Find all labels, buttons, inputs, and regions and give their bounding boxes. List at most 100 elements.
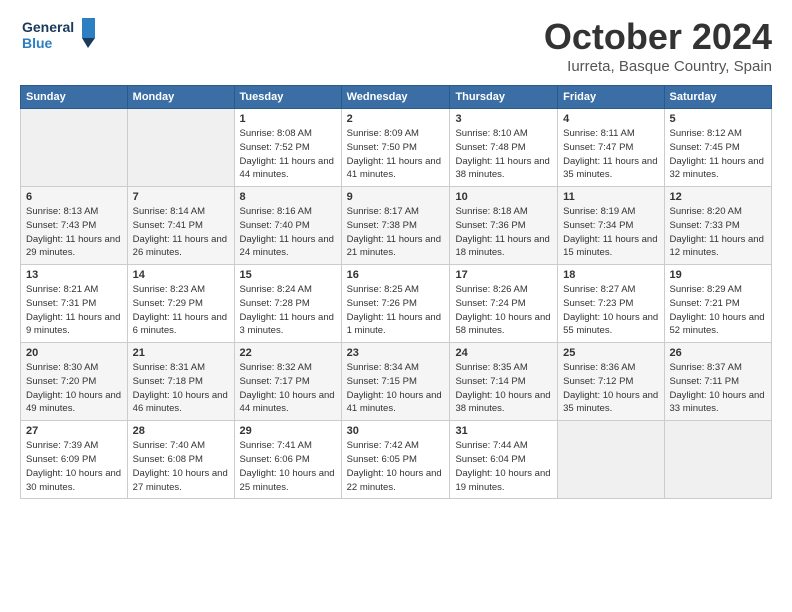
week-row-5: 27Sunrise: 7:39 AMSunset: 6:09 PMDayligh… [21, 421, 772, 499]
day-cell: 10 Sunrise: 8:18 AMSunset: 7:36 PMDayligh… [450, 187, 558, 265]
weekday-saturday: Saturday [664, 86, 771, 109]
day-cell: 13 Sunrise: 8:21 AMSunset: 7:31 PMDayligh… [21, 265, 128, 343]
cell-content: Sunrise: 8:13 AMSunset: 7:43 PMDaylight:… [26, 205, 122, 260]
weekday-thursday: Thursday [450, 86, 558, 109]
cell-content: Sunrise: 8:17 AMSunset: 7:38 PMDaylight:… [347, 205, 445, 260]
day-number: 25 [563, 347, 658, 359]
day-cell [558, 421, 664, 499]
day-number: 16 [347, 269, 445, 281]
week-row-3: 13 Sunrise: 8:21 AMSunset: 7:31 PMDayligh… [21, 265, 772, 343]
day-number: 2 [347, 113, 445, 125]
day-number: 8 [240, 191, 336, 203]
cell-content: Sunrise: 8:32 AMSunset: 7:17 PMDaylight:… [240, 361, 336, 416]
day-number: 21 [133, 347, 229, 359]
day-cell: 4 Sunrise: 8:11 AMSunset: 7:47 PMDaylight… [558, 109, 664, 187]
day-number: 24 [455, 347, 552, 359]
day-cell: 8 Sunrise: 8:16 AMSunset: 7:40 PMDaylight… [234, 187, 341, 265]
cell-content: Sunrise: 7:44 AMSunset: 6:04 PMDaylight:… [455, 439, 552, 494]
day-number: 20 [26, 347, 122, 359]
day-cell: 19 Sunrise: 8:29 AMSunset: 7:21 PMDayligh… [664, 265, 771, 343]
day-cell: 27Sunrise: 7:39 AMSunset: 6:09 PMDayligh… [21, 421, 128, 499]
day-number: 6 [26, 191, 122, 203]
cell-content: Sunrise: 8:09 AMSunset: 7:50 PMDaylight:… [347, 127, 445, 182]
cell-content: Sunrise: 7:39 AMSunset: 6:09 PMDaylight:… [26, 439, 122, 494]
day-cell [664, 421, 771, 499]
cell-content: Sunrise: 8:36 AMSunset: 7:12 PMDaylight:… [563, 361, 658, 416]
day-number: 28 [133, 425, 229, 437]
day-number: 11 [563, 191, 658, 203]
day-cell: 30 Sunrise: 7:42 AMSunset: 6:05 PMDayligh… [341, 421, 450, 499]
weekday-friday: Friday [558, 86, 664, 109]
day-cell: 2 Sunrise: 8:09 AMSunset: 7:50 PMDaylight… [341, 109, 450, 187]
location-title: Iurreta, Basque Country, Spain [544, 58, 772, 75]
cell-content: Sunrise: 7:42 AMSunset: 6:05 PMDaylight:… [347, 439, 445, 494]
cell-content: Sunrise: 8:10 AMSunset: 7:48 PMDaylight:… [455, 127, 552, 182]
header: GeneralBlue October 2024 Iurreta, Basque… [20, 16, 772, 75]
day-cell: 1Sunrise: 8:08 AMSunset: 7:52 PMDaylight… [234, 109, 341, 187]
cell-content: Sunrise: 8:11 AMSunset: 7:47 PMDaylight:… [563, 127, 658, 182]
day-cell: 26Sunrise: 8:37 AMSunset: 7:11 PMDayligh… [664, 343, 771, 421]
cell-content: Sunrise: 8:12 AMSunset: 7:45 PMDaylight:… [670, 127, 766, 182]
cell-content: Sunrise: 8:08 AMSunset: 7:52 PMDaylight:… [240, 127, 336, 182]
day-number: 14 [133, 269, 229, 281]
day-number: 5 [670, 113, 766, 125]
day-number: 4 [563, 113, 658, 125]
day-cell: 9Sunrise: 8:17 AMSunset: 7:38 PMDaylight… [341, 187, 450, 265]
svg-text:Blue: Blue [22, 35, 53, 51]
week-row-4: 20Sunrise: 8:30 AMSunset: 7:20 PMDayligh… [21, 343, 772, 421]
cell-content: Sunrise: 8:19 AMSunset: 7:34 PMDaylight:… [563, 205, 658, 260]
cell-content: Sunrise: 8:34 AMSunset: 7:15 PMDaylight:… [347, 361, 445, 416]
day-cell: 23 Sunrise: 8:34 AMSunset: 7:15 PMDayligh… [341, 343, 450, 421]
day-number: 29 [240, 425, 336, 437]
day-cell: 11 Sunrise: 8:19 AMSunset: 7:34 PMDayligh… [558, 187, 664, 265]
day-number: 31 [455, 425, 552, 437]
cell-content: Sunrise: 8:21 AMSunset: 7:31 PMDaylight:… [26, 283, 122, 338]
day-number: 30 [347, 425, 445, 437]
day-cell: 28 Sunrise: 7:40 AMSunset: 6:08 PMDayligh… [127, 421, 234, 499]
cell-content: Sunrise: 8:18 AMSunset: 7:36 PMDaylight:… [455, 205, 552, 260]
day-number: 15 [240, 269, 336, 281]
day-cell: 3 Sunrise: 8:10 AMSunset: 7:48 PMDaylight… [450, 109, 558, 187]
cell-content: Sunrise: 8:37 AMSunset: 7:11 PMDaylight:… [670, 361, 766, 416]
month-title: October 2024 [544, 16, 772, 58]
cell-content: Sunrise: 8:20 AMSunset: 7:33 PMDaylight:… [670, 205, 766, 260]
day-number: 3 [455, 113, 552, 125]
cell-content: Sunrise: 8:16 AMSunset: 7:40 PMDaylight:… [240, 205, 336, 260]
day-number: 19 [670, 269, 766, 281]
week-row-2: 6 Sunrise: 8:13 AMSunset: 7:43 PMDaylight… [21, 187, 772, 265]
day-number: 10 [455, 191, 552, 203]
day-number: 23 [347, 347, 445, 359]
day-cell: 29 Sunrise: 7:41 AMSunset: 6:06 PMDayligh… [234, 421, 341, 499]
cell-content: Sunrise: 8:25 AMSunset: 7:26 PMDaylight:… [347, 283, 445, 338]
day-cell: 21 Sunrise: 8:31 AMSunset: 7:18 PMDayligh… [127, 343, 234, 421]
day-cell: 31 Sunrise: 7:44 AMSunset: 6:04 PMDayligh… [450, 421, 558, 499]
calendar: SundayMondayTuesdayWednesdayThursdayFrid… [20, 85, 772, 499]
cell-content: Sunrise: 7:41 AMSunset: 6:06 PMDaylight:… [240, 439, 336, 494]
cell-content: Sunrise: 8:14 AMSunset: 7:41 PMDaylight:… [133, 205, 229, 260]
logo-svg: GeneralBlue [20, 16, 100, 54]
day-cell: 18Sunrise: 8:27 AMSunset: 7:23 PMDayligh… [558, 265, 664, 343]
weekday-monday: Monday [127, 86, 234, 109]
day-cell [21, 109, 128, 187]
day-number: 22 [240, 347, 336, 359]
week-row-1: 1Sunrise: 8:08 AMSunset: 7:52 PMDaylight… [21, 109, 772, 187]
day-cell: 14 Sunrise: 8:23 AMSunset: 7:29 PMDayligh… [127, 265, 234, 343]
cell-content: Sunrise: 8:31 AMSunset: 7:18 PMDaylight:… [133, 361, 229, 416]
cell-content: Sunrise: 8:35 AMSunset: 7:14 PMDaylight:… [455, 361, 552, 416]
cell-content: Sunrise: 8:23 AMSunset: 7:29 PMDaylight:… [133, 283, 229, 338]
logo: GeneralBlue [20, 16, 100, 54]
cell-content: Sunrise: 7:40 AMSunset: 6:08 PMDaylight:… [133, 439, 229, 494]
day-cell: 12Sunrise: 8:20 AMSunset: 7:33 PMDayligh… [664, 187, 771, 265]
cell-content: Sunrise: 8:29 AMSunset: 7:21 PMDaylight:… [670, 283, 766, 338]
day-number: 7 [133, 191, 229, 203]
day-number: 13 [26, 269, 122, 281]
day-cell: 24 Sunrise: 8:35 AMSunset: 7:14 PMDayligh… [450, 343, 558, 421]
day-cell: 25 Sunrise: 8:36 AMSunset: 7:12 PMDayligh… [558, 343, 664, 421]
day-number: 17 [455, 269, 552, 281]
day-cell [127, 109, 234, 187]
day-cell: 15Sunrise: 8:24 AMSunset: 7:28 PMDayligh… [234, 265, 341, 343]
svg-text:General: General [22, 19, 74, 35]
day-number: 18 [563, 269, 658, 281]
weekday-wednesday: Wednesday [341, 86, 450, 109]
day-cell: 22 Sunrise: 8:32 AMSunset: 7:17 PMDayligh… [234, 343, 341, 421]
